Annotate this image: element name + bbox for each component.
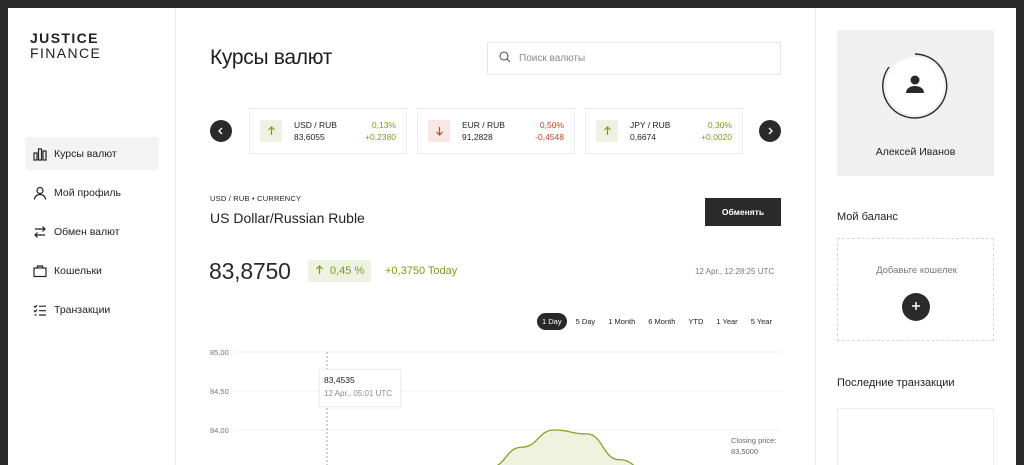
y-tick-label: 85,00 [210, 348, 229, 357]
wallet-icon [32, 263, 47, 278]
chart-area-fill [497, 430, 634, 465]
range-1-day[interactable]: 1 Day [537, 313, 567, 330]
pair-subtitle: USD / RUB • CURRENCY [210, 194, 302, 203]
avatar [886, 57, 944, 115]
ticker-delta: +0,2380 [365, 132, 396, 142]
arrow-up-icon [260, 120, 282, 142]
price-chart[interactable]: 85,0084,5084,0083,50 [210, 338, 781, 465]
balance-box: Добавьте кошелек [837, 238, 994, 341]
sidebar-item-profile[interactable]: Мой профиль [25, 176, 159, 209]
add-wallet-hint: Добавьте кошелек [876, 265, 957, 276]
sidebar: JUSTICE FINANCE Курсы валют Мой профиль [8, 8, 176, 465]
ticker-change: 0,13% +0,2380 [365, 119, 396, 143]
list-icon [32, 302, 47, 317]
ticker-price: 0,6674 [630, 132, 656, 142]
right-panel: Алексей Иванов Мой баланс Добавьте кошел… [815, 8, 1016, 465]
user-name: Алексей Иванов [875, 146, 956, 158]
ticker-pct: 0,30% [707, 120, 732, 130]
search-input[interactable] [519, 53, 759, 64]
range-6-month[interactable]: 6 Month [644, 313, 679, 330]
profile-card[interactable]: Алексей Иванов [837, 30, 994, 176]
ticker-card-jpy-rub[interactable]: JPY / RUB 0,6674 0,30% +0,0020 [585, 108, 743, 154]
chart-tooltip: 83,4535 12 Apr., 05:01 UTC [319, 369, 401, 407]
logo[interactable]: JUSTICE FINANCE [30, 31, 101, 61]
sidebar-item-rates[interactable]: Курсы валют [25, 137, 159, 170]
ticker-pair-name: EUR / RUB [462, 120, 505, 130]
ticker-pct: 0,50% [539, 120, 564, 130]
sidebar-item-label: Кошельки [54, 264, 102, 277]
ticker-delta: +0,0020 [701, 132, 732, 142]
exchange-icon [32, 224, 47, 239]
pair-title: US Dollar/Russian Ruble [210, 210, 365, 226]
app-window: JUSTICE FINANCE Курсы валют Мой профиль [8, 8, 1016, 465]
closing-value: 83,5000 [731, 447, 759, 456]
range-ytd[interactable]: YTD [684, 313, 707, 330]
search-box[interactable] [487, 42, 781, 75]
sidebar-item-label: Мой профиль [54, 186, 121, 199]
ticker-next-button[interactable] [759, 120, 781, 142]
page-title: Курсы валют [210, 46, 333, 69]
add-wallet-button[interactable] [902, 293, 930, 321]
price-change-pct: 0,45 % [330, 265, 365, 277]
logo-line1: JUSTICE [30, 30, 99, 46]
ticker-pair-name: USD / RUB [294, 120, 337, 130]
today-change: +0,3750 Today [385, 265, 458, 277]
logo-line2: FINANCE [30, 45, 102, 61]
range-1-year[interactable]: 1 Year [712, 313, 741, 330]
sidebar-nav: Курсы валют Мой профиль Обмен валют Коше… [25, 137, 159, 332]
range-selector: 1 Day 5 Day 1 Month 6 Month YTD 1 Year 5… [537, 313, 781, 330]
ticker-price: 83,6055 [294, 132, 325, 142]
ticker-price: 91,2828 [462, 132, 493, 142]
sidebar-item-wallets[interactable]: Кошельки [25, 254, 159, 287]
ticker-pair: USD / RUB 83,6055 [294, 119, 365, 143]
closing-price: Closing price: 83,5000 [731, 435, 776, 457]
tooltip-value: 83,4535 [324, 375, 355, 385]
plus-icon [911, 298, 921, 316]
balance-title: Мой баланс [837, 211, 898, 223]
main-content: Курсы валют USD / RUB 83,6055 0,13% +0,2… [177, 8, 814, 465]
tooltip-time: 12 Apr., 05:01 UTC [324, 389, 393, 398]
ticker-pair: EUR / RUB 91,2828 [462, 119, 535, 143]
closing-label: Closing price: [731, 436, 777, 445]
ticker-pair: JPY / RUB 0,6674 [630, 119, 701, 143]
user-icon [905, 74, 925, 99]
bar-chart-icon [32, 146, 47, 161]
ticker-change: 0,30% +0,0020 [701, 119, 732, 143]
range-1-month[interactable]: 1 Month [604, 313, 639, 330]
ticker-card-eur-rub[interactable]: EUR / RUB 91,2828 0,50% -0,4548 [417, 108, 575, 154]
ticker-prev-button[interactable] [210, 120, 232, 142]
arrow-down-icon [428, 120, 450, 142]
price-timestamp: 12 Apr., 12:28:25 UTC [695, 267, 775, 276]
exchange-button[interactable]: Обменять [705, 198, 781, 226]
chevron-right-icon [766, 122, 774, 140]
sidebar-item-label: Транзакции [54, 303, 111, 316]
range-5-year[interactable]: 5 Year [747, 313, 776, 330]
current-price: 83,8750 [209, 258, 291, 284]
arrow-up-icon [315, 264, 324, 278]
sidebar-item-label: Обмен валют [54, 225, 120, 238]
range-5-day[interactable]: 5 Day [572, 313, 600, 330]
arrow-up-icon [596, 120, 618, 142]
sidebar-item-label: Курсы валют [54, 147, 117, 160]
ticker-card-usd-rub[interactable]: USD / RUB 83,6055 0,13% +0,2380 [249, 108, 407, 154]
ticker-delta: -0,4548 [535, 132, 564, 142]
transactions-title: Последние транзакции [837, 377, 955, 389]
search-icon [499, 50, 511, 68]
user-icon [32, 185, 47, 200]
chevron-left-icon [217, 122, 225, 140]
transactions-list [837, 408, 994, 465]
price-change-badge: 0,45 % [308, 260, 372, 282]
sidebar-item-exchange[interactable]: Обмен валют [25, 215, 159, 248]
ticker-change: 0,50% -0,4548 [535, 119, 564, 143]
ticker-pair-name: JPY / RUB [630, 120, 671, 130]
y-tick-label: 84,50 [210, 387, 229, 396]
sidebar-item-transactions[interactable]: Транзакции [25, 293, 159, 326]
ticker-pct: 0,13% [371, 120, 396, 130]
y-tick-label: 84,00 [210, 426, 229, 435]
